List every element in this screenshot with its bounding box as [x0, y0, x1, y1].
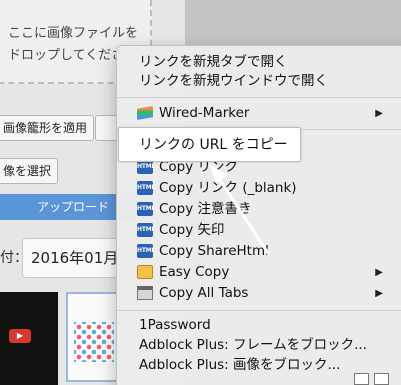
menu-item-label: Copy 注意書き: [159, 201, 252, 217]
menu-item-label: Wired-Marker: [159, 105, 250, 121]
copy-url-highlight[interactable]: リンクの URL をコピー: [118, 127, 301, 162]
easy-copy-icon: [137, 265, 153, 279]
menu-item-adblock-frame[interactable]: Adblock Plus: フレームをブロック...: [117, 335, 401, 356]
menu-item-copy-notice[interactable]: HTML Copy 注意書き: [117, 199, 401, 220]
html-icon: HTML: [137, 244, 155, 258]
menu-item-copy-all-tabs[interactable]: Copy All Tabs ▶: [117, 283, 401, 304]
menu-item-label: リンクを新規タブで開く: [139, 54, 288, 70]
menu-item-label: Adblock Plus: フレームをブロック...: [139, 337, 367, 353]
html-icon: HTML: [137, 160, 155, 174]
thumbnail-pattern: [74, 322, 114, 362]
menu-separator: [117, 310, 401, 311]
menu-item-open-new-tab[interactable]: リンクを新規タブで開く: [117, 52, 401, 73]
drop-zone-text-line1: ここに画像ファイルを: [8, 26, 139, 41]
menu-item-label: Copy ShareHtml: [159, 243, 269, 259]
select-image-button[interactable]: 像を選択: [0, 158, 59, 184]
submenu-arrow-icon: ▶: [375, 288, 383, 299]
html-icon: HTML: [137, 223, 155, 237]
menu-item-copy-link-blank[interactable]: HTML Copy リンク (_blank): [117, 178, 401, 199]
date-select-value: 2016年01月: [31, 249, 119, 267]
apply-image-label: 画像籠形を適用: [3, 121, 88, 135]
menu-separator: [117, 97, 401, 98]
html-icon: HTML: [137, 202, 155, 216]
grid-icon[interactable]: [374, 373, 389, 385]
copy-url-label: リンクの URL をコピー: [139, 137, 288, 153]
menu-item-label: リンクを新規ウインドウで開く: [139, 73, 328, 89]
menu-item-1password[interactable]: 1Password: [117, 315, 401, 336]
list-icon[interactable]: [354, 373, 369, 385]
video-thumbnail[interactable]: ▶: [0, 292, 58, 385]
menu-item-copy-arrow[interactable]: HTML Copy 矢印: [117, 220, 401, 241]
context-menu: リンクを新規タブで開く リンクを新規ウインドウで開く Wired-Marker …: [116, 45, 401, 385]
menu-item-open-new-window[interactable]: リンクを新規ウインドウで開く: [117, 71, 401, 92]
submenu-arrow-icon: ▶: [375, 267, 383, 278]
tabs-icon: [137, 286, 153, 300]
menu-item-easy-copy[interactable]: Easy Copy ▶: [117, 262, 401, 283]
play-icon: ▶: [9, 329, 31, 343]
wired-marker-icon: [137, 106, 153, 120]
html-icon: HTML: [137, 181, 155, 195]
menu-item-copy-sharehtml[interactable]: HTML Copy ShareHtml: [117, 241, 401, 262]
apply-image-button[interactable]: 画像籠形を適用: [0, 115, 95, 141]
corner-toolbar: [354, 373, 394, 385]
menu-item-label: 1Password: [139, 317, 211, 333]
menu-item-label: Adblock Plus: 画像をブロック...: [139, 357, 341, 373]
menu-item-label: Easy Copy: [159, 264, 230, 280]
submenu-arrow-icon: ▶: [375, 108, 383, 119]
menu-item-label: Copy 矢印: [159, 222, 225, 238]
select-image-label: 像を選択: [3, 164, 52, 178]
menu-item-label: Copy All Tabs: [159, 285, 249, 301]
menu-item-wired-marker[interactable]: Wired-Marker ▶: [117, 103, 401, 124]
menu-item-label: Copy リンク (_blank): [159, 180, 297, 196]
upload-label: アップロード: [36, 200, 109, 214]
